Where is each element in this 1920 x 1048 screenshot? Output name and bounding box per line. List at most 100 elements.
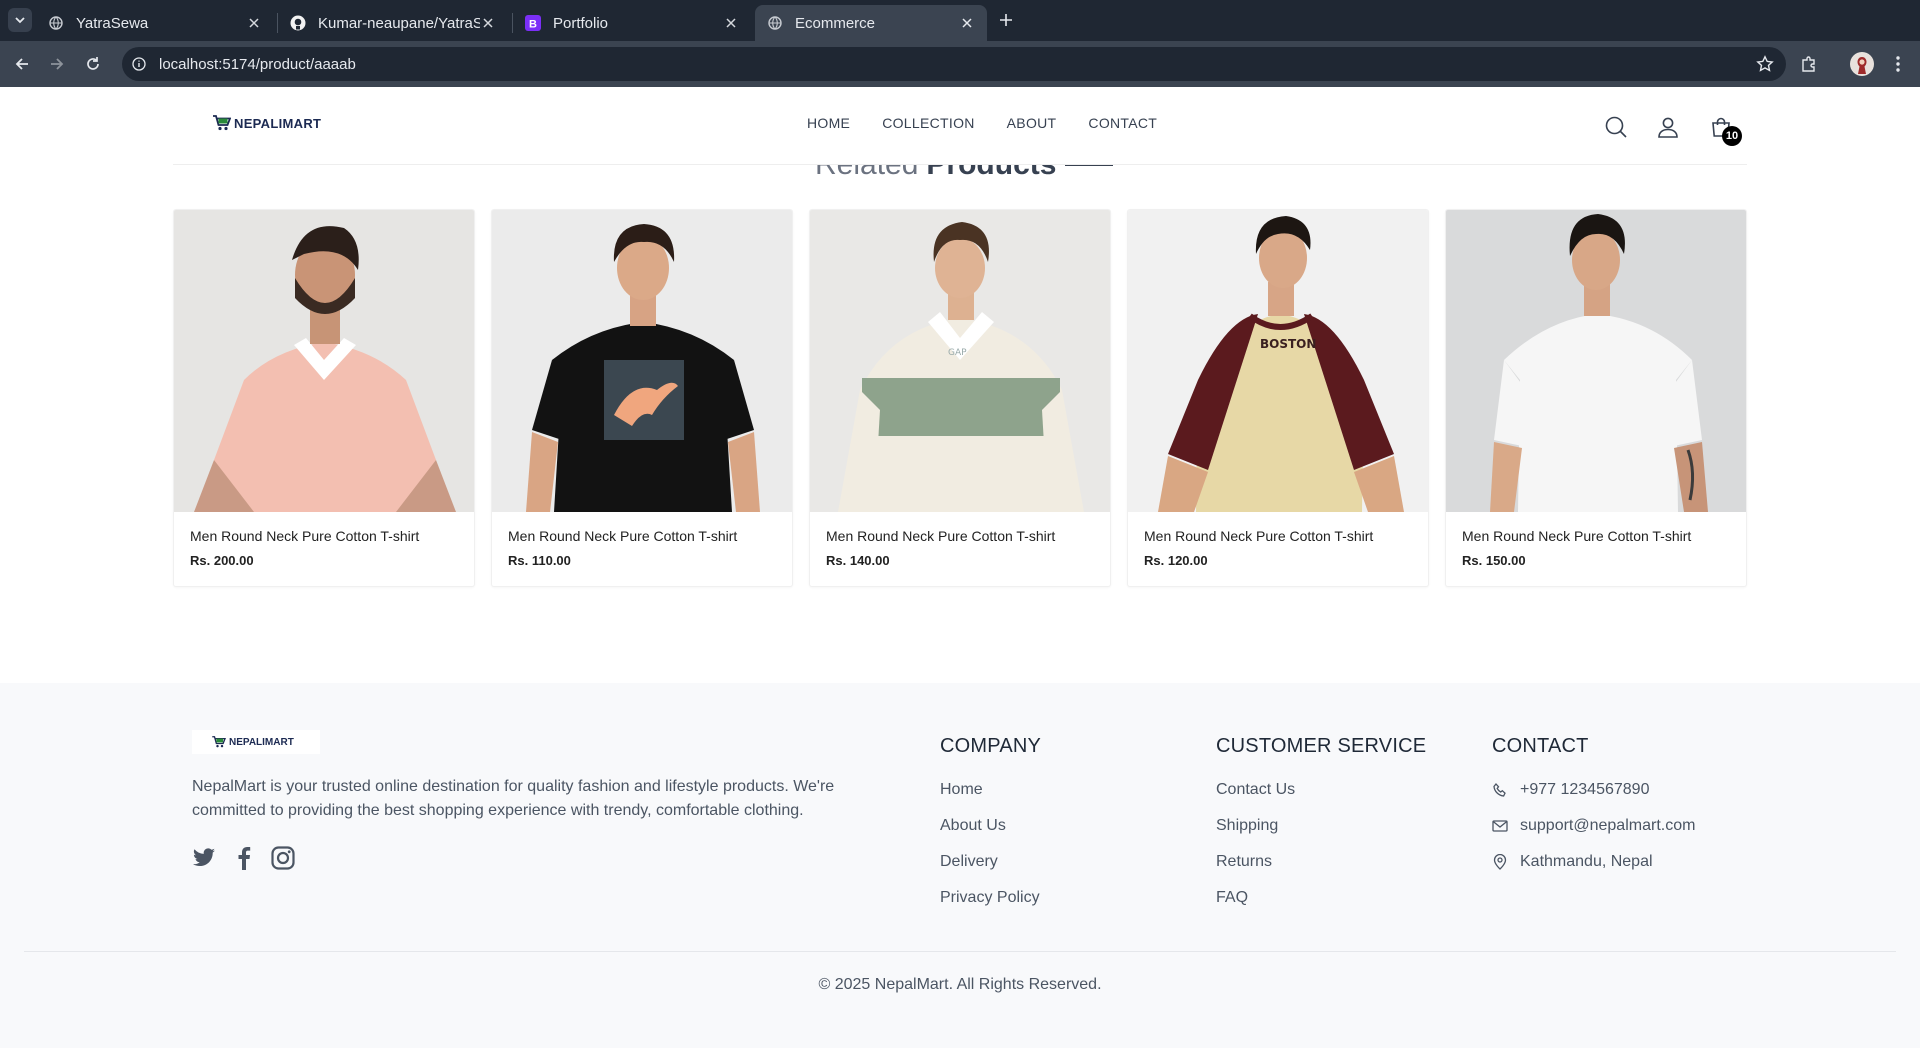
related-products-grid: Men Round Neck Pure Cotton T-shirt Rs. 2…	[173, 209, 1747, 587]
product-name: Men Round Neck Pure Cotton T-shirt	[190, 528, 420, 544]
footer-link-privacy[interactable]: Privacy Policy	[940, 880, 1041, 916]
plus-icon	[1000, 14, 1012, 26]
github-icon	[290, 15, 306, 31]
svg-text:GAP: GAP	[948, 348, 967, 358]
footer-link-faq[interactable]: FAQ	[1216, 880, 1426, 916]
user-icon	[1658, 117, 1678, 138]
footer-contact-column: CONTACT +977 1234567890 support@nepalmar…	[1492, 735, 1695, 880]
product-price: Rs. 120.00	[1144, 553, 1208, 568]
product-card[interactable]: BOSTON Men Round Neck Pure Cotton T-shir…	[1127, 209, 1429, 587]
back-button[interactable]	[10, 52, 34, 76]
map-pin-icon	[1492, 854, 1508, 870]
product-image[interactable]	[1446, 210, 1746, 512]
reload-button[interactable]	[81, 52, 105, 76]
footer-link-returns[interactable]: Returns	[1216, 844, 1426, 880]
email-text: support@nepalmart.com	[1520, 817, 1696, 834]
footer-company-column: COMPANY Home About Us Delivery Privacy P…	[940, 735, 1041, 916]
product-image[interactable]: BOSTON	[1128, 210, 1428, 512]
main-nav: HOME COLLECTION ABOUT CONTACT	[807, 115, 1157, 131]
instagram-icon	[271, 846, 295, 870]
reload-icon	[87, 57, 99, 70]
forward-button[interactable]	[45, 52, 69, 76]
footer-link-delivery[interactable]: Delivery	[940, 844, 1041, 880]
product-price: Rs. 140.00	[826, 553, 890, 568]
globe-icon	[767, 15, 783, 31]
profile-button[interactable]	[1655, 114, 1681, 140]
close-icon[interactable]	[959, 15, 975, 31]
close-icon[interactable]	[246, 15, 262, 31]
site-logo[interactable]: NEPALIMART	[213, 115, 321, 131]
product-name: Men Round Neck Pure Cotton T-shirt	[1462, 528, 1692, 544]
instagram-link[interactable]	[270, 845, 296, 871]
footer-link-contact-us[interactable]: Contact Us	[1216, 772, 1426, 808]
product-price: Rs. 200.00	[190, 553, 254, 568]
footer-link-shipping[interactable]: Shipping	[1216, 808, 1426, 844]
search-icon	[1605, 116, 1627, 138]
more-vertical-icon	[1896, 56, 1900, 72]
globe-icon	[48, 15, 64, 31]
tab-portfolio[interactable]: B Portfolio	[513, 5, 751, 41]
bookmark-star-icon[interactable]	[1756, 55, 1774, 73]
footer-address: Kathmandu, Nepal	[1492, 844, 1695, 880]
product-price: Rs. 150.00	[1462, 553, 1526, 568]
phone-icon	[1492, 782, 1508, 798]
nav-contact[interactable]: CONTACT	[1088, 115, 1157, 131]
footer-link-about[interactable]: About Us	[940, 808, 1041, 844]
white-tshirt-image	[1446, 210, 1746, 512]
product-image[interactable]	[492, 210, 792, 512]
nav-collection[interactable]: COLLECTION	[882, 115, 974, 131]
tab-title: YatraSewa	[76, 14, 149, 32]
brand-name: NEPALIMART	[234, 115, 322, 131]
new-tab-button[interactable]	[996, 10, 1016, 30]
nav-about[interactable]: ABOUT	[1007, 115, 1057, 131]
footer-divider	[24, 951, 1896, 952]
profile-avatar[interactable]	[1850, 52, 1874, 76]
tab-ecommerce[interactable]: Ecommerce	[755, 5, 987, 41]
product-card[interactable]: Men Round Neck Pure Cotton T-shirt Rs. 1…	[1445, 209, 1747, 587]
tab-title: Ecommerce	[795, 14, 876, 32]
footer-service-heading: CUSTOMER SERVICE	[1216, 735, 1427, 757]
browser-menu-button[interactable]	[1886, 52, 1910, 76]
footer-description: NepalMart is your trusted online destina…	[192, 778, 835, 819]
chevron-down-icon	[15, 17, 25, 24]
shopping-cart-icon	[212, 736, 226, 748]
bootstrap-icon: B	[525, 15, 541, 31]
copyright-text: © 2025 NepalMart. All Rights Reserved.	[818, 976, 1102, 993]
twitter-icon	[193, 848, 215, 867]
tab-github[interactable]: Kumar-neaupane/YatraS	[278, 5, 508, 41]
close-icon[interactable]	[723, 15, 739, 31]
svg-text:BOSTON: BOSTON	[1260, 337, 1316, 351]
product-card[interactable]: GAP Men Round Neck Pure Cotton T-shirt R…	[809, 209, 1111, 587]
nav-home[interactable]: HOME	[807, 115, 850, 131]
tab-yatrasewa[interactable]: YatraSewa	[36, 5, 274, 41]
close-icon[interactable]	[480, 15, 496, 31]
site-info-icon[interactable]	[131, 56, 147, 72]
product-name: Men Round Neck Pure Cotton T-shirt	[508, 528, 738, 544]
phone-text: +977 1234567890	[1520, 781, 1650, 798]
footer-phone[interactable]: +977 1234567890	[1492, 772, 1695, 808]
avatar-icon	[1851, 53, 1873, 75]
cart-button[interactable]: 10	[1708, 114, 1742, 146]
tab-title: Portfolio	[553, 14, 609, 32]
facebook-link[interactable]	[231, 845, 257, 871]
browser-toolbar: localhost:5174/product/aaaab	[0, 41, 1920, 87]
product-card[interactable]: Men Round Neck Pure Cotton T-shirt Rs. 1…	[491, 209, 793, 587]
tab-search-button[interactable]	[8, 8, 32, 32]
footer-email[interactable]: support@nepalmart.com	[1492, 808, 1695, 844]
product-image[interactable]: GAP	[810, 210, 1110, 512]
arrow-left-icon	[15, 58, 28, 70]
footer-service-column: CUSTOMER SERVICE Contact Us Shipping Ret…	[1216, 735, 1426, 916]
product-image[interactable]	[174, 210, 474, 512]
product-name: Men Round Neck Pure Cotton T-shirt	[826, 528, 1056, 544]
tab-title: Kumar-neaupane/YatraS	[318, 14, 480, 32]
footer-logo[interactable]: NEPALIMART	[192, 730, 320, 754]
pink-polo-shirt-image	[174, 210, 474, 512]
twitter-link[interactable]	[191, 845, 217, 871]
footer-link-home[interactable]: Home	[940, 772, 1041, 808]
cream-green-rugby-shirt-image: GAP	[810, 210, 1110, 512]
product-card[interactable]: Men Round Neck Pure Cotton T-shirt Rs. 2…	[173, 209, 475, 587]
arrow-right-icon	[51, 58, 64, 70]
search-button[interactable]	[1603, 114, 1629, 140]
address-bar[interactable]: localhost:5174/product/aaaab	[122, 47, 1786, 81]
extensions-button[interactable]	[1797, 52, 1821, 76]
